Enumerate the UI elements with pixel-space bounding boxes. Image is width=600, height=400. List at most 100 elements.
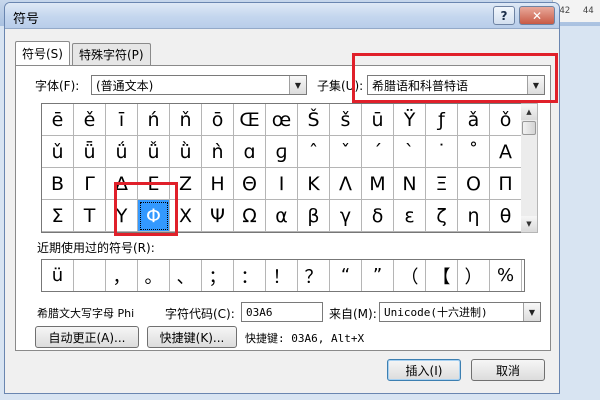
subset-select-value: 希腊语和科普特语 <box>372 78 469 93</box>
autocorrect-button[interactable]: 自动更正(A)... <box>35 326 139 348</box>
symbol-cell[interactable]: ǎ <box>458 104 490 136</box>
symbol-cell[interactable]: Λ <box>330 168 362 200</box>
symbol-cell[interactable]: η <box>458 200 490 232</box>
symbol-grid-scrollbar[interactable]: ▲ ▼ <box>521 103 538 233</box>
recent-symbol-cell[interactable]: ！ <box>266 260 298 291</box>
symbol-cell[interactable]: Ο <box>458 168 490 200</box>
recent-symbol-cell[interactable]: ？ <box>298 260 330 291</box>
symbol-cell[interactable]: ˙ <box>426 136 458 168</box>
symbol-cell[interactable]: ˇ <box>330 136 362 168</box>
shortcut-key-button[interactable]: 快捷键(K)... <box>147 326 237 348</box>
recent-symbol-cell[interactable]: 、 <box>170 260 202 291</box>
symbol-cell[interactable]: δ <box>362 200 394 232</box>
insert-button[interactable]: 插入(I) <box>387 359 461 381</box>
symbol-cell[interactable]: š <box>330 104 362 136</box>
recent-symbol-cell[interactable] <box>74 260 106 291</box>
close-button[interactable]: ✕ <box>519 6 555 25</box>
title-bar[interactable]: 符号 ? ✕ <box>5 3 559 29</box>
recent-label: 近期使用过的符号(R): <box>37 241 155 255</box>
symbol-cell[interactable]: Ε <box>138 168 170 200</box>
recent-symbol-cell[interactable]: ” <box>362 260 394 291</box>
symbol-cell[interactable]: ƒ <box>426 104 458 136</box>
symbol-cell[interactable]: Υ <box>106 200 138 232</box>
tab-special-characters[interactable]: 特殊字符(P) <box>71 43 151 65</box>
symbol-cell[interactable]: ɡ <box>266 136 298 168</box>
symbol-cell[interactable]: ǜ <box>170 136 202 168</box>
symbol-cell[interactable]: Σ <box>42 200 74 232</box>
symbol-cell[interactable]: Β <box>42 168 74 200</box>
recent-symbol-cell[interactable]: 。 <box>138 260 170 291</box>
subset-select[interactable]: 希腊语和科普特语 ▼ <box>367 75 545 95</box>
symbol-cell[interactable]: Η <box>202 168 234 200</box>
tab-symbols[interactable]: 符号(S) <box>15 41 70 65</box>
symbol-cell[interactable]: ń <box>138 104 170 136</box>
symbol-cell[interactable]: ˊ <box>362 136 394 168</box>
symbol-cell[interactable]: α <box>266 200 298 232</box>
scroll-up-icon[interactable]: ▲ <box>521 104 537 120</box>
symbol-cell[interactable]: ε <box>394 200 426 232</box>
symbol-cell[interactable]: Ψ <box>202 200 234 232</box>
symbol-cell[interactable]: γ <box>330 200 362 232</box>
symbol-cell[interactable]: ň <box>170 104 202 136</box>
symbol-cell[interactable]: Δ <box>106 168 138 200</box>
symbol-cell[interactable]: ē <box>42 104 74 136</box>
symbol-cell[interactable]: Ω <box>234 200 266 232</box>
from-select-value: Unicode(十六进制) <box>384 306 488 319</box>
symbol-cell[interactable]: Œ <box>234 104 266 136</box>
symbol-cell[interactable]: Γ <box>74 168 106 200</box>
symbol-dialog: 符号 ? ✕ 符号(S) 特殊字符(P) 字体(F): (普通文本) ▼ 子集(… <box>4 2 560 394</box>
chevron-down-icon[interactable]: ▼ <box>289 76 306 94</box>
symbol-cell[interactable]: Ÿ <box>394 104 426 136</box>
recent-symbol-cell[interactable]: ） <box>458 260 490 291</box>
font-select[interactable]: (普通文本) ▼ <box>91 75 307 95</box>
recent-symbol-cell[interactable]: ； <box>202 260 234 291</box>
symbol-cell[interactable]: ě <box>74 104 106 136</box>
symbol-cell[interactable]: ǹ <box>202 136 234 168</box>
help-button[interactable]: ? <box>493 6 515 25</box>
symbol-cell[interactable]: ɑ <box>234 136 266 168</box>
scroll-down-icon[interactable]: ▼ <box>521 216 537 232</box>
symbol-cell[interactable]: ī <box>106 104 138 136</box>
recent-symbol-cell[interactable]: % <box>490 260 522 291</box>
symbol-cell[interactable]: ǘ <box>106 136 138 168</box>
recent-symbol-cell[interactable]: ü <box>42 260 74 291</box>
chevron-down-icon[interactable]: ▼ <box>527 76 544 94</box>
symbol-cell[interactable]: Ζ <box>170 168 202 200</box>
recent-symbol-cell[interactable]: ， <box>106 260 138 291</box>
recent-symbol-cell[interactable]: ： <box>234 260 266 291</box>
ruler-mark: 44 <box>582 6 594 16</box>
symbol-cell[interactable]: ˚ <box>458 136 490 168</box>
symbol-cell[interactable]: ζ <box>426 200 458 232</box>
chevron-down-icon[interactable]: ▼ <box>523 303 540 321</box>
symbol-cell[interactable]: Ξ <box>426 168 458 200</box>
symbol-cell[interactable]: Κ <box>298 168 330 200</box>
symbol-cell[interactable]: Τ <box>74 200 106 232</box>
symbol-cell[interactable]: ǔ <box>42 136 74 168</box>
cancel-button[interactable]: 取消 <box>471 359 545 381</box>
recent-symbol-cell[interactable]: “ <box>330 260 362 291</box>
symbol-cell[interactable]: Θ <box>234 168 266 200</box>
symbol-cell[interactable]: Μ <box>362 168 394 200</box>
symbol-cell[interactable]: ō <box>202 104 234 136</box>
symbol-cell[interactable]: Š <box>298 104 330 136</box>
symbol-cell[interactable]: ǒ <box>490 104 522 136</box>
from-select[interactable]: Unicode(十六进制) ▼ <box>379 302 541 322</box>
symbol-cell[interactable]: θ <box>490 200 522 232</box>
symbol-cell[interactable]: œ <box>266 104 298 136</box>
recent-symbol-cell[interactable]: （ <box>394 260 426 291</box>
symbol-cell[interactable]: Ν <box>394 168 426 200</box>
symbol-cell[interactable]: Ι <box>266 168 298 200</box>
recent-symbol-cell[interactable]: 【 <box>426 260 458 291</box>
symbol-cell[interactable]: ˋ <box>394 136 426 168</box>
scroll-thumb[interactable] <box>522 121 536 135</box>
symbol-cell[interactable]: ǖ <box>74 136 106 168</box>
symbol-cell[interactable]: β <box>298 200 330 232</box>
symbol-cell[interactable]: Π <box>490 168 522 200</box>
char-code-input[interactable]: 03A6 <box>241 302 323 322</box>
symbol-cell[interactable]: Χ <box>170 200 202 232</box>
symbol-cell[interactable]: Α <box>490 136 522 168</box>
symbol-cell[interactable]: ǚ <box>138 136 170 168</box>
symbol-cell[interactable]: ū <box>362 104 394 136</box>
symbol-cell-selected[interactable]: Φ <box>138 200 170 232</box>
symbol-cell[interactable]: ˆ <box>298 136 330 168</box>
